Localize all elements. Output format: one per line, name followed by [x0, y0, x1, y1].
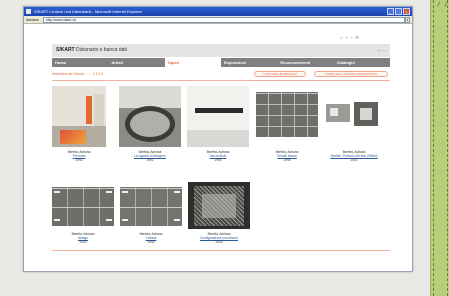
artwork-year: 1994: [214, 158, 222, 162]
window-controls: _ □ ×: [387, 8, 410, 15]
close-button[interactable]: ×: [403, 8, 410, 15]
presentation-background: / / SIKART Lexikon und Datenbank - Micro…: [0, 0, 449, 296]
breadcrumb-row: Selezione del Artista …… 1 2 3 4 LISTA D…: [52, 71, 390, 79]
address-input[interactable]: http://www.sikart.ch: [43, 17, 405, 23]
ie-icon: [26, 9, 31, 14]
nav-riconoscimenti[interactable]: Riconoscimenti: [277, 58, 333, 67]
dashed-guide-right: [447, 0, 448, 296]
address-label: Adresse: [26, 18, 39, 22]
window-title: SIKART Lexikon und Datenbank - Microsoft…: [34, 9, 142, 14]
divider: [52, 80, 390, 81]
nav-home[interactable]: Home: [52, 58, 108, 67]
artwork-caption: Beretta, Adriana Ablage 2003: [52, 232, 114, 244]
artwork-caption: Beretta, Adriana Percorso 1992: [50, 150, 108, 162]
browser-window: SIKART Lexikon und Datenbank - Microsoft…: [23, 6, 413, 272]
address-dropdown-button[interactable]: ▾: [405, 17, 410, 23]
artwork-caption: Beretta, Adriana Sentieri, Pericolo del …: [322, 150, 386, 162]
main-nav: Home Artisti Opere Esposizioni Riconosci…: [52, 58, 390, 67]
artwork-thumbnail[interactable]: [256, 92, 318, 137]
brand: SIKART Dizionario e banca dati: [56, 44, 127, 57]
artwork-caption: Beretta, Adriana Collana 2005: [120, 232, 182, 244]
artwork-year: 1992: [146, 158, 154, 162]
artwork-thumbnail[interactable]: [52, 86, 106, 147]
dashed-guide: [433, 0, 434, 296]
artwork-thumbnail[interactable]: [120, 187, 182, 226]
artwork-thumbnail[interactable]: [187, 86, 249, 147]
utility-icons[interactable]: ⌂ ? ▫ ⊡: [340, 35, 360, 40]
nav-opere[interactable]: Opere: [164, 58, 221, 67]
breadcrumb[interactable]: Selezione del Artista …… 1 2 3 4: [52, 72, 103, 76]
minimize-button[interactable]: _: [387, 8, 394, 15]
maximize-button[interactable]: □: [395, 8, 402, 15]
artwork-year: 1992: [75, 158, 83, 162]
text-size-tools[interactable]: + − ▫: [378, 48, 386, 53]
artwork-thumbnail[interactable]: [52, 187, 114, 226]
nav-artisti[interactable]: Artisti: [108, 58, 164, 67]
artwork-thumbnail[interactable]: [324, 100, 382, 130]
artwork-thumbnail[interactable]: [119, 86, 181, 147]
title-bar: SIKART Lexikon und Datenbank - Microsoft…: [24, 7, 412, 16]
address-bar: Adresse http://www.sikart.ch ▾: [24, 16, 412, 24]
artwork-year: 2003: [79, 240, 87, 244]
image-list-button[interactable]: LISTA DELLE IMMAGINI: [254, 71, 306, 77]
artwork-caption: Beretta, Adriana Schotti strada 1996: [254, 150, 320, 162]
artwork-caption: Beretta, Adriana Senza titolo 1994: [185, 150, 251, 162]
artwork-caption: Beretta, Adriana Configurazione provviso…: [186, 232, 252, 244]
nav-esposizioni[interactable]: Esposizioni: [221, 58, 277, 67]
brand-bar: SIKART Dizionario e banca dati + − ▫: [52, 44, 390, 57]
back-to-info-button[interactable]: TORNA ALLA SCHEDA INFORMATIVA: [314, 71, 388, 77]
artwork-caption: Beretta, Adriana La ragione di Antigone …: [116, 150, 184, 162]
corner-marks: / /: [437, 1, 448, 8]
artwork-year: 2005: [215, 240, 223, 244]
artwork-year: 2005: [147, 240, 155, 244]
bottom-divider: [52, 250, 390, 251]
artwork-year: 1996: [283, 158, 291, 162]
nav-cataloghi[interactable]: Cataloghi: [334, 58, 390, 67]
web-content: ⌂ ? ▫ ⊡ SIKART Dizionario e banca dati +…: [24, 24, 412, 271]
brand-subtitle: Dizionario e banca dati: [76, 47, 127, 53]
slide-panel: SIKART Lexikon und Datenbank - Microsoft…: [0, 0, 431, 296]
artwork-year: 2002: [350, 158, 358, 162]
artwork-thumbnail[interactable]: [188, 182, 250, 229]
brand-name: SIKART: [56, 47, 75, 53]
